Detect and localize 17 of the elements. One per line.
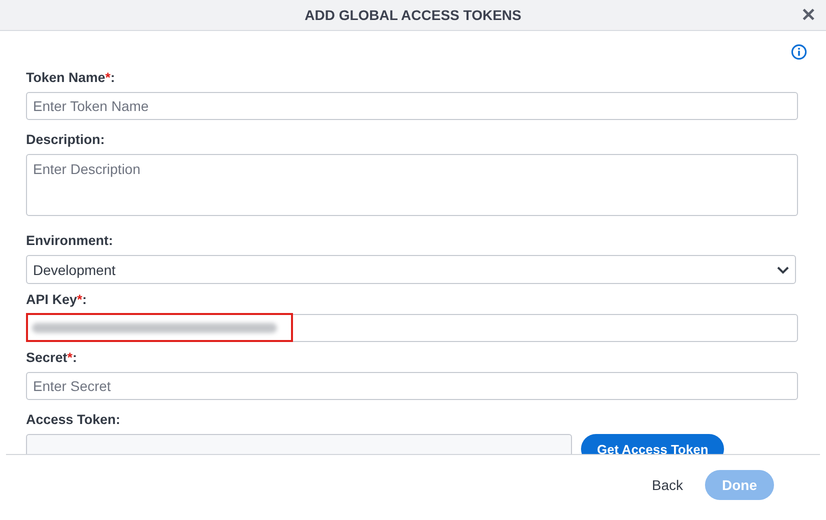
chevron-down-icon [777, 266, 789, 274]
field-label: Environment: [26, 233, 114, 248]
field-label: Secret*: [26, 350, 78, 365]
text-field[interactable]: Enter Secret [26, 372, 798, 400]
field-label: API Key*: [26, 292, 88, 307]
description-field[interactable]: Enter Description [26, 154, 798, 216]
get-access-token-button[interactable]: Get Access Token [581, 434, 724, 454]
dialog-title: ADD GLOBAL ACCESS TOKENS [304, 7, 522, 23]
text-field[interactable]: Enter Token Name [26, 92, 798, 120]
api-key-field[interactable] [26, 314, 798, 342]
info-icon[interactable] [791, 44, 807, 60]
field-label: Access Token: [26, 412, 122, 427]
field-label: Token Name*: [26, 70, 116, 85]
field-label: Description: [26, 132, 106, 147]
close-button[interactable]: ✕ [801, 5, 816, 25]
environment-dropdown[interactable]: Development [26, 255, 796, 284]
back-button[interactable]: Back [648, 470, 687, 500]
